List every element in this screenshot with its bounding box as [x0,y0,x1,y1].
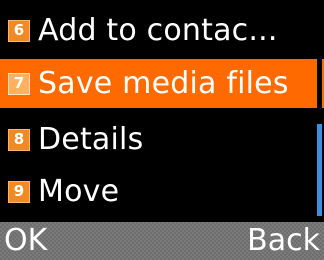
number-badge: 9 [8,180,30,203]
options-menu: 6 Add to contac... 7 Save media files 8 … [0,0,324,222]
menu-item-save-media-files[interactable]: 7 Save media files [0,59,324,108]
softkey-bar: OK Back [0,222,324,260]
menu-item-move[interactable]: 9 Move [0,167,324,216]
menu-item-add-to-contacts[interactable]: 6 Add to contac... [0,6,324,55]
ok-softkey[interactable]: OK [4,225,47,257]
menu-item-label: Add to contac... [38,12,278,48]
menu-item-label: Move [38,173,120,209]
menu-item-details[interactable]: 8 Details [0,115,324,164]
back-softkey[interactable]: Back [247,225,320,257]
number-badge: 7 [8,72,30,95]
scrollbar-thumb[interactable] [317,124,322,216]
menu-item-label: Details [38,121,144,157]
scrollbar[interactable] [317,6,322,216]
number-badge: 8 [8,128,30,151]
number-badge: 6 [8,19,30,42]
menu-item-label: Save media files [38,65,289,101]
